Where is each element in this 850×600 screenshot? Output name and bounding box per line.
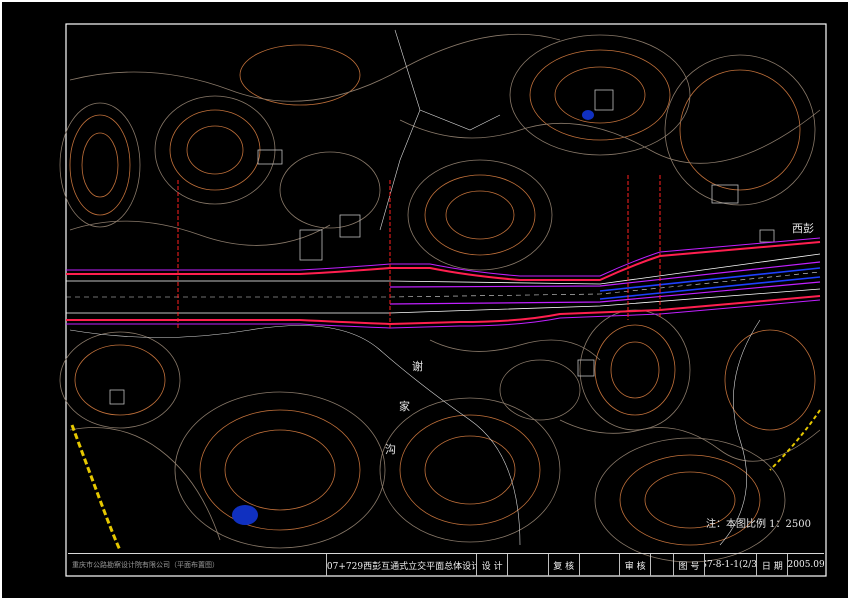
drawing-background — [2, 2, 848, 598]
title-block-unit: 重庆市公路勘察设计院有限公司（平面布置图） — [72, 561, 219, 569]
scale-note: 注：本图比例 1：2500 — [706, 517, 811, 530]
place-label-gou: 沟 — [385, 443, 396, 456]
place-label-xipeng: 西彭 — [792, 221, 814, 235]
title-block: 重庆市公路勘察设计院有限公司（平面布置图） K107+729西彭互通式立交平面总… — [68, 553, 824, 576]
cad-drawing-sheet: 西彭 谢 家 沟 注：本图比例 1：2500 — [2, 2, 848, 598]
title-block-date-label: 日 期 — [756, 554, 787, 576]
title-block-drawing-no: S7-8-1-1(2/3) — [703, 554, 756, 576]
title-block-check-label: 复 核 — [547, 554, 579, 576]
title-block-design-label: 设 计 — [476, 554, 507, 576]
place-label-jia: 家 — [399, 399, 410, 413]
title-block-design-value — [507, 554, 548, 576]
title-block-drawing-no-label: 图 号 — [673, 554, 704, 576]
title-block-check-value — [578, 554, 620, 576]
title-block-review-label: 审 核 — [619, 554, 650, 576]
place-label-xie: 谢 — [412, 359, 423, 373]
title-block-review-value — [650, 554, 673, 576]
title-block-date: 2005.09 — [787, 554, 824, 576]
title-block-title: K107+729西彭互通式立交平面总体设计图 — [326, 554, 476, 576]
